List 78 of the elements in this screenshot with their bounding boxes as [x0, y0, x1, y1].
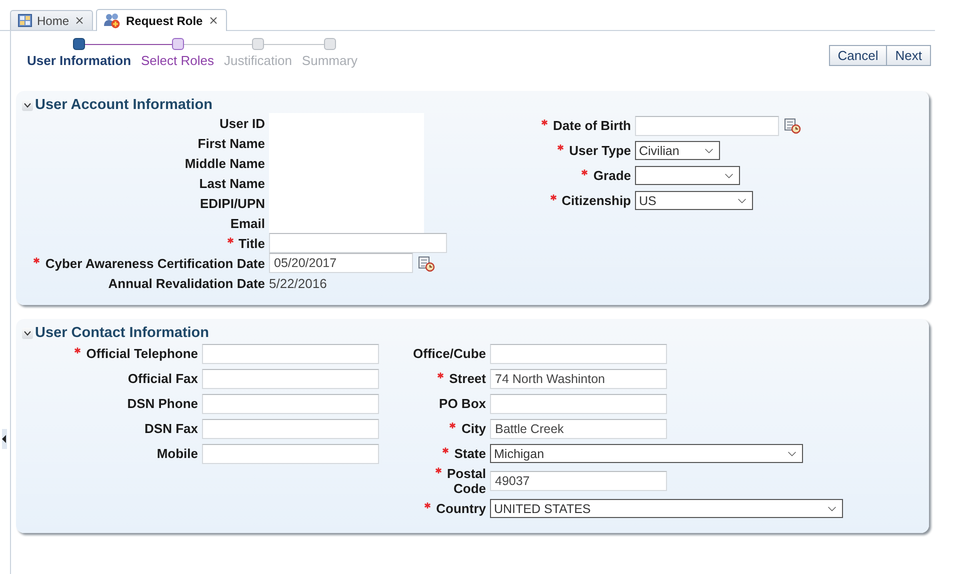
field-label: Cyber Awareness Certification Date [45, 256, 265, 270]
caret-left-icon [2, 435, 7, 443]
date-field[interactable] [635, 116, 779, 136]
dropdown[interactable] [635, 166, 740, 185]
section-title: User Contact Information [35, 325, 210, 341]
collapse-toggle[interactable] [22, 100, 33, 110]
field-label: Citizenship [562, 193, 631, 208]
text-field[interactable] [269, 233, 447, 253]
field-label: PO Box [439, 396, 486, 411]
collapse-handle[interactable] [2, 429, 7, 449]
field-label: Middle Name [184, 156, 265, 170]
field-label: City [461, 421, 486, 436]
required-icon [424, 502, 432, 509]
required-icon [581, 169, 588, 176]
close-icon[interactable] [74, 15, 86, 26]
field-label: User ID [219, 116, 265, 130]
text-field[interactable] [202, 444, 379, 464]
required-icon [550, 194, 557, 201]
field-label: DSN Phone [127, 396, 198, 411]
field-label: Last Name [199, 176, 265, 190]
required-icon [449, 422, 456, 429]
field-label: Title [238, 236, 265, 250]
field-label: Street [449, 371, 486, 386]
section-title: User Account Information [35, 97, 213, 113]
people-icon [104, 12, 122, 28]
required-icon [434, 467, 442, 474]
text-field[interactable] [202, 368, 379, 388]
step-marker[interactable] [172, 38, 184, 50]
tab[interactable]: Request Role [96, 9, 227, 31]
field-value: 5/22/2016 [269, 276, 327, 290]
text-field[interactable] [202, 418, 379, 438]
dropdown[interactable]: UNITED STATES [490, 499, 843, 518]
step-marker[interactable] [73, 38, 86, 50]
date-field[interactable]: 05/20/2017 [269, 253, 413, 273]
chevron-down-icon [24, 330, 31, 336]
text-field[interactable]: Battle Creek [490, 418, 667, 438]
required-icon [541, 119, 548, 126]
text-field[interactable] [202, 344, 379, 364]
text-field[interactable] [490, 394, 667, 414]
text-field[interactable]: 49037 [490, 471, 667, 491]
chevron-down-icon [24, 102, 31, 108]
field-label: DSN Fax [144, 421, 198, 436]
field-label: Date of Birth [553, 118, 631, 133]
tab[interactable]: Home [10, 10, 94, 30]
field-label: Office/Cube [413, 346, 486, 361]
wizard-button[interactable]: Cancel [828, 45, 888, 66]
field-label: State [454, 446, 486, 461]
grid-icon [18, 14, 32, 27]
dropdown[interactable]: US [635, 191, 753, 210]
step-label[interactable]: Select Roles [136, 51, 219, 68]
field-label: Postal Code [446, 466, 486, 496]
field-label: EDIPI/UPN [200, 196, 265, 210]
close-icon[interactable] [208, 15, 219, 26]
field-label: Email [230, 216, 265, 230]
field-label: Mobile [156, 446, 198, 461]
step-label[interactable]: User Information [22, 51, 136, 68]
text-field[interactable]: 74 North Washinton [490, 368, 667, 388]
required-icon [33, 256, 40, 264]
required-icon [74, 347, 82, 354]
field-label: Grade [593, 168, 631, 183]
dropdown[interactable]: Civilian [635, 141, 720, 160]
dropdown[interactable]: Michigan [490, 444, 803, 463]
required-icon [437, 372, 444, 379]
required-icon [557, 144, 564, 151]
required-icon [226, 236, 234, 244]
calendar-icon[interactable] [418, 254, 435, 272]
field-label: Annual Revalidation Date [108, 276, 265, 290]
field-label: First Name [198, 136, 265, 150]
text-field[interactable] [490, 344, 667, 364]
required-icon [442, 447, 450, 454]
field-label: Official Fax [128, 371, 198, 386]
collapse-toggle[interactable] [22, 328, 33, 338]
text-field[interactable] [202, 394, 379, 414]
calendar-icon[interactable] [784, 117, 801, 134]
field-label: User Type [569, 143, 631, 158]
field-label: Official Telephone [86, 346, 198, 361]
wizard-button[interactable]: Next [886, 45, 931, 66]
field-label: Country [436, 501, 486, 516]
